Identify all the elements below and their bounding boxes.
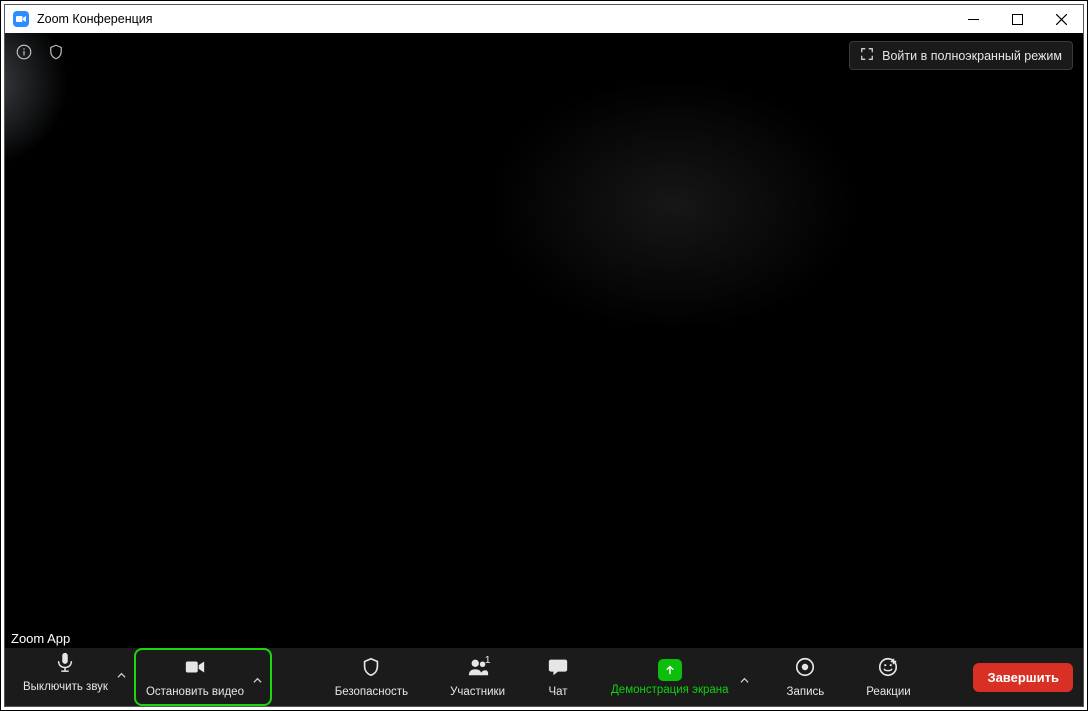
record-label: Запись bbox=[787, 686, 825, 698]
end-meeting-button[interactable]: Завершить bbox=[973, 663, 1073, 692]
shield-icon bbox=[360, 656, 382, 683]
share-screen-button[interactable]: Демонстрация экрана bbox=[603, 655, 737, 700]
participants-label: Участники bbox=[450, 686, 505, 698]
titlebar: Zoom Конференция bbox=[5, 5, 1083, 33]
minimize-button[interactable] bbox=[951, 5, 995, 33]
toolbar-right: Завершить bbox=[973, 663, 1073, 692]
window-controls bbox=[951, 5, 1083, 33]
video-area: Войти в полноэкранный режим Zoom App bbox=[5, 33, 1083, 648]
share-options-chevron[interactable] bbox=[739, 670, 753, 685]
toolbar-left: Выключить звук Остановить видео bbox=[15, 648, 272, 706]
mute-label: Выключить звук bbox=[23, 681, 108, 693]
chat-button[interactable]: Чат bbox=[539, 652, 577, 702]
chat-icon bbox=[547, 656, 569, 683]
video-background bbox=[5, 33, 1083, 648]
encryption-shield-icon[interactable] bbox=[47, 43, 65, 61]
toolbar-center: Безопасность 1 Участники Чат bbox=[272, 652, 973, 702]
window-title: Zoom Конференция bbox=[37, 12, 153, 26]
reactions-label: Реакции bbox=[866, 686, 910, 698]
mute-button[interactable]: Выключить звук bbox=[15, 647, 116, 697]
reactions-icon bbox=[877, 656, 899, 683]
fullscreen-label: Войти в полноэкранный режим bbox=[882, 49, 1062, 63]
audio-options-chevron[interactable] bbox=[116, 665, 130, 680]
security-button[interactable]: Безопасность bbox=[327, 652, 416, 702]
top-left-overlay bbox=[15, 43, 65, 61]
maximize-button[interactable] bbox=[995, 5, 1039, 33]
self-view-label: Zoom App bbox=[5, 629, 76, 648]
reactions-button[interactable]: Реакции bbox=[858, 652, 918, 702]
meeting-toolbar: Выключить звук Остановить видео bbox=[5, 648, 1083, 706]
end-meeting-label: Завершить bbox=[987, 670, 1059, 685]
video-options-chevron[interactable] bbox=[252, 670, 266, 685]
info-icon[interactable] bbox=[15, 43, 33, 61]
video-camera-icon bbox=[184, 656, 206, 683]
participants-count: 1 bbox=[485, 654, 491, 666]
zoom-app-icon bbox=[13, 11, 29, 27]
fullscreen-icon bbox=[860, 47, 874, 64]
participants-button[interactable]: 1 Участники bbox=[442, 652, 513, 702]
app-window: Zoom Конференция bbox=[4, 4, 1084, 707]
stop-video-label: Остановить видео bbox=[146, 686, 244, 698]
security-label: Безопасность bbox=[335, 686, 408, 698]
record-icon bbox=[794, 656, 816, 683]
stop-video-button[interactable]: Остановить видео bbox=[138, 652, 252, 702]
chat-label: Чат bbox=[548, 686, 567, 698]
microphone-icon bbox=[54, 651, 76, 678]
record-button[interactable]: Запись bbox=[779, 652, 833, 702]
enter-fullscreen-button[interactable]: Войти в полноэкранный режим bbox=[849, 41, 1073, 70]
participants-icon: 1 bbox=[467, 656, 489, 683]
share-screen-label: Демонстрация экрана bbox=[611, 684, 729, 696]
share-screen-icon bbox=[658, 659, 682, 681]
stop-video-highlight: Остановить видео bbox=[134, 648, 272, 706]
close-button[interactable] bbox=[1039, 5, 1083, 33]
